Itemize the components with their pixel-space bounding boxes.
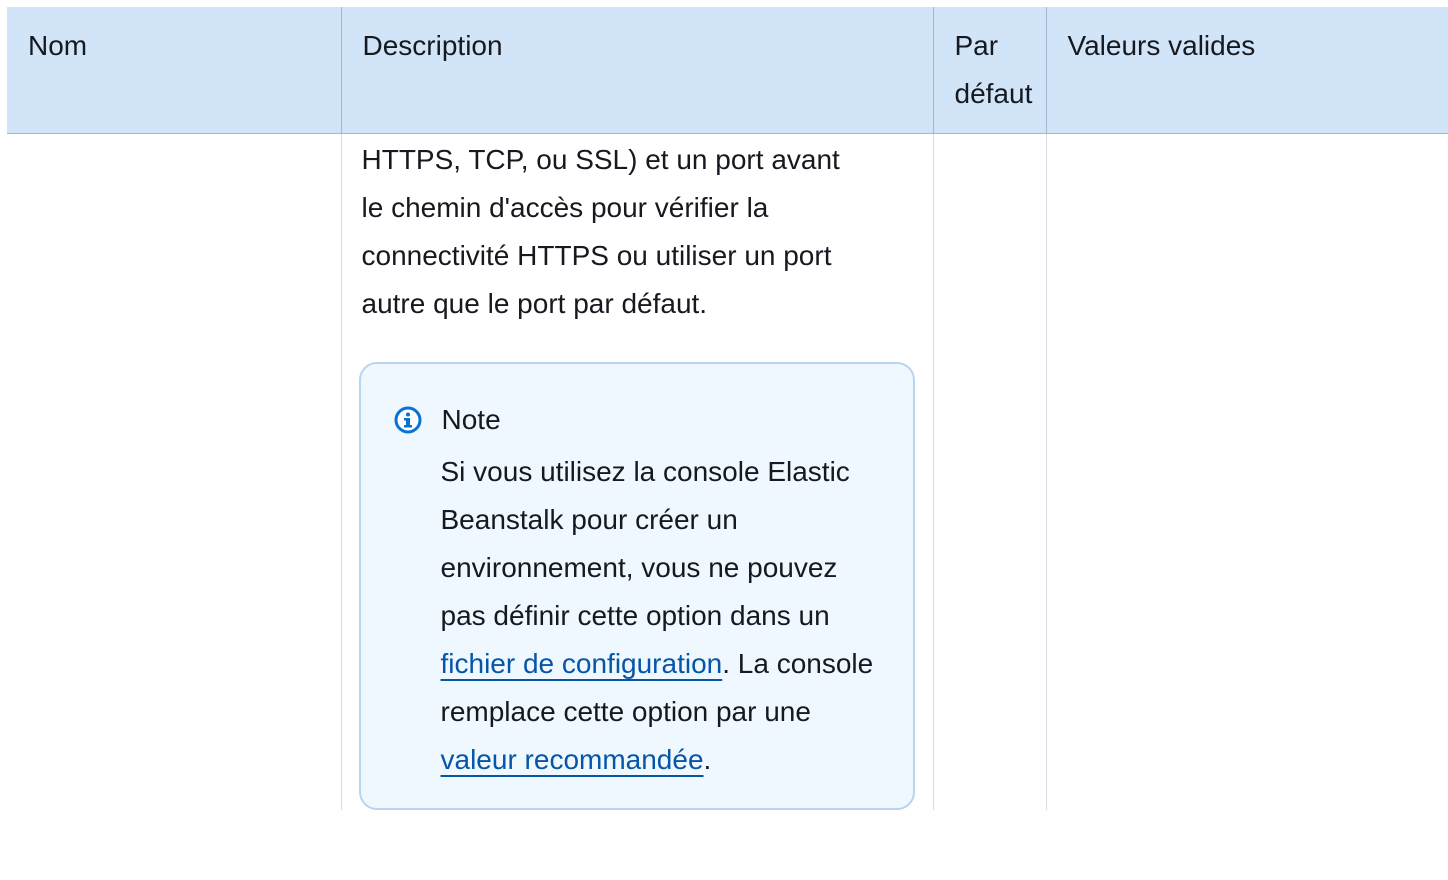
cell-default <box>933 133 1047 810</box>
options-table: Nom Description Par défaut Valeurs valid… <box>7 7 1448 810</box>
note-header: Note <box>394 398 883 442</box>
recommended-value-link[interactable]: valeur recommandée <box>441 744 704 775</box>
header-name: Nom <box>7 7 342 134</box>
info-icon <box>394 406 421 434</box>
note-callout: Note Si vous utilisez la console Elastic… <box>358 362 915 810</box>
note-body: Si vous utilisez la console Elastic Bean… <box>441 448 883 784</box>
description-line: autre que le port par défaut. <box>361 288 708 319</box>
table-row: HTTPS, TCP, ou SSL) et un port avant le … <box>7 133 1448 810</box>
note-text: . <box>703 744 712 775</box>
description-line: connectivité HTTPS ou utiliser un port <box>361 240 832 271</box>
header-default: Par défaut <box>933 7 1047 134</box>
options-table-wrapper: Nom Description Par défaut Valeurs valid… <box>7 7 1448 880</box>
cell-valid-values <box>1046 133 1448 810</box>
cell-name <box>7 133 342 810</box>
description-line: le chemin d'accès pour vérifier la <box>361 192 769 223</box>
cell-description: HTTPS, TCP, ou SSL) et un port avant le … <box>341 133 934 810</box>
description-line: HTTPS, TCP, ou SSL) et un port avant <box>361 144 840 175</box>
header-description: Description <box>341 7 934 134</box>
note-text: Si vous utilisez la console Elastic Bean… <box>440 456 850 631</box>
table-header-row: Nom Description Par défaut Valeurs valid… <box>7 7 1448 134</box>
config-file-link[interactable]: fichier de configuration <box>441 648 723 679</box>
note-title: Note <box>441 404 501 435</box>
header-valid-values: Valeurs valides <box>1046 7 1448 134</box>
